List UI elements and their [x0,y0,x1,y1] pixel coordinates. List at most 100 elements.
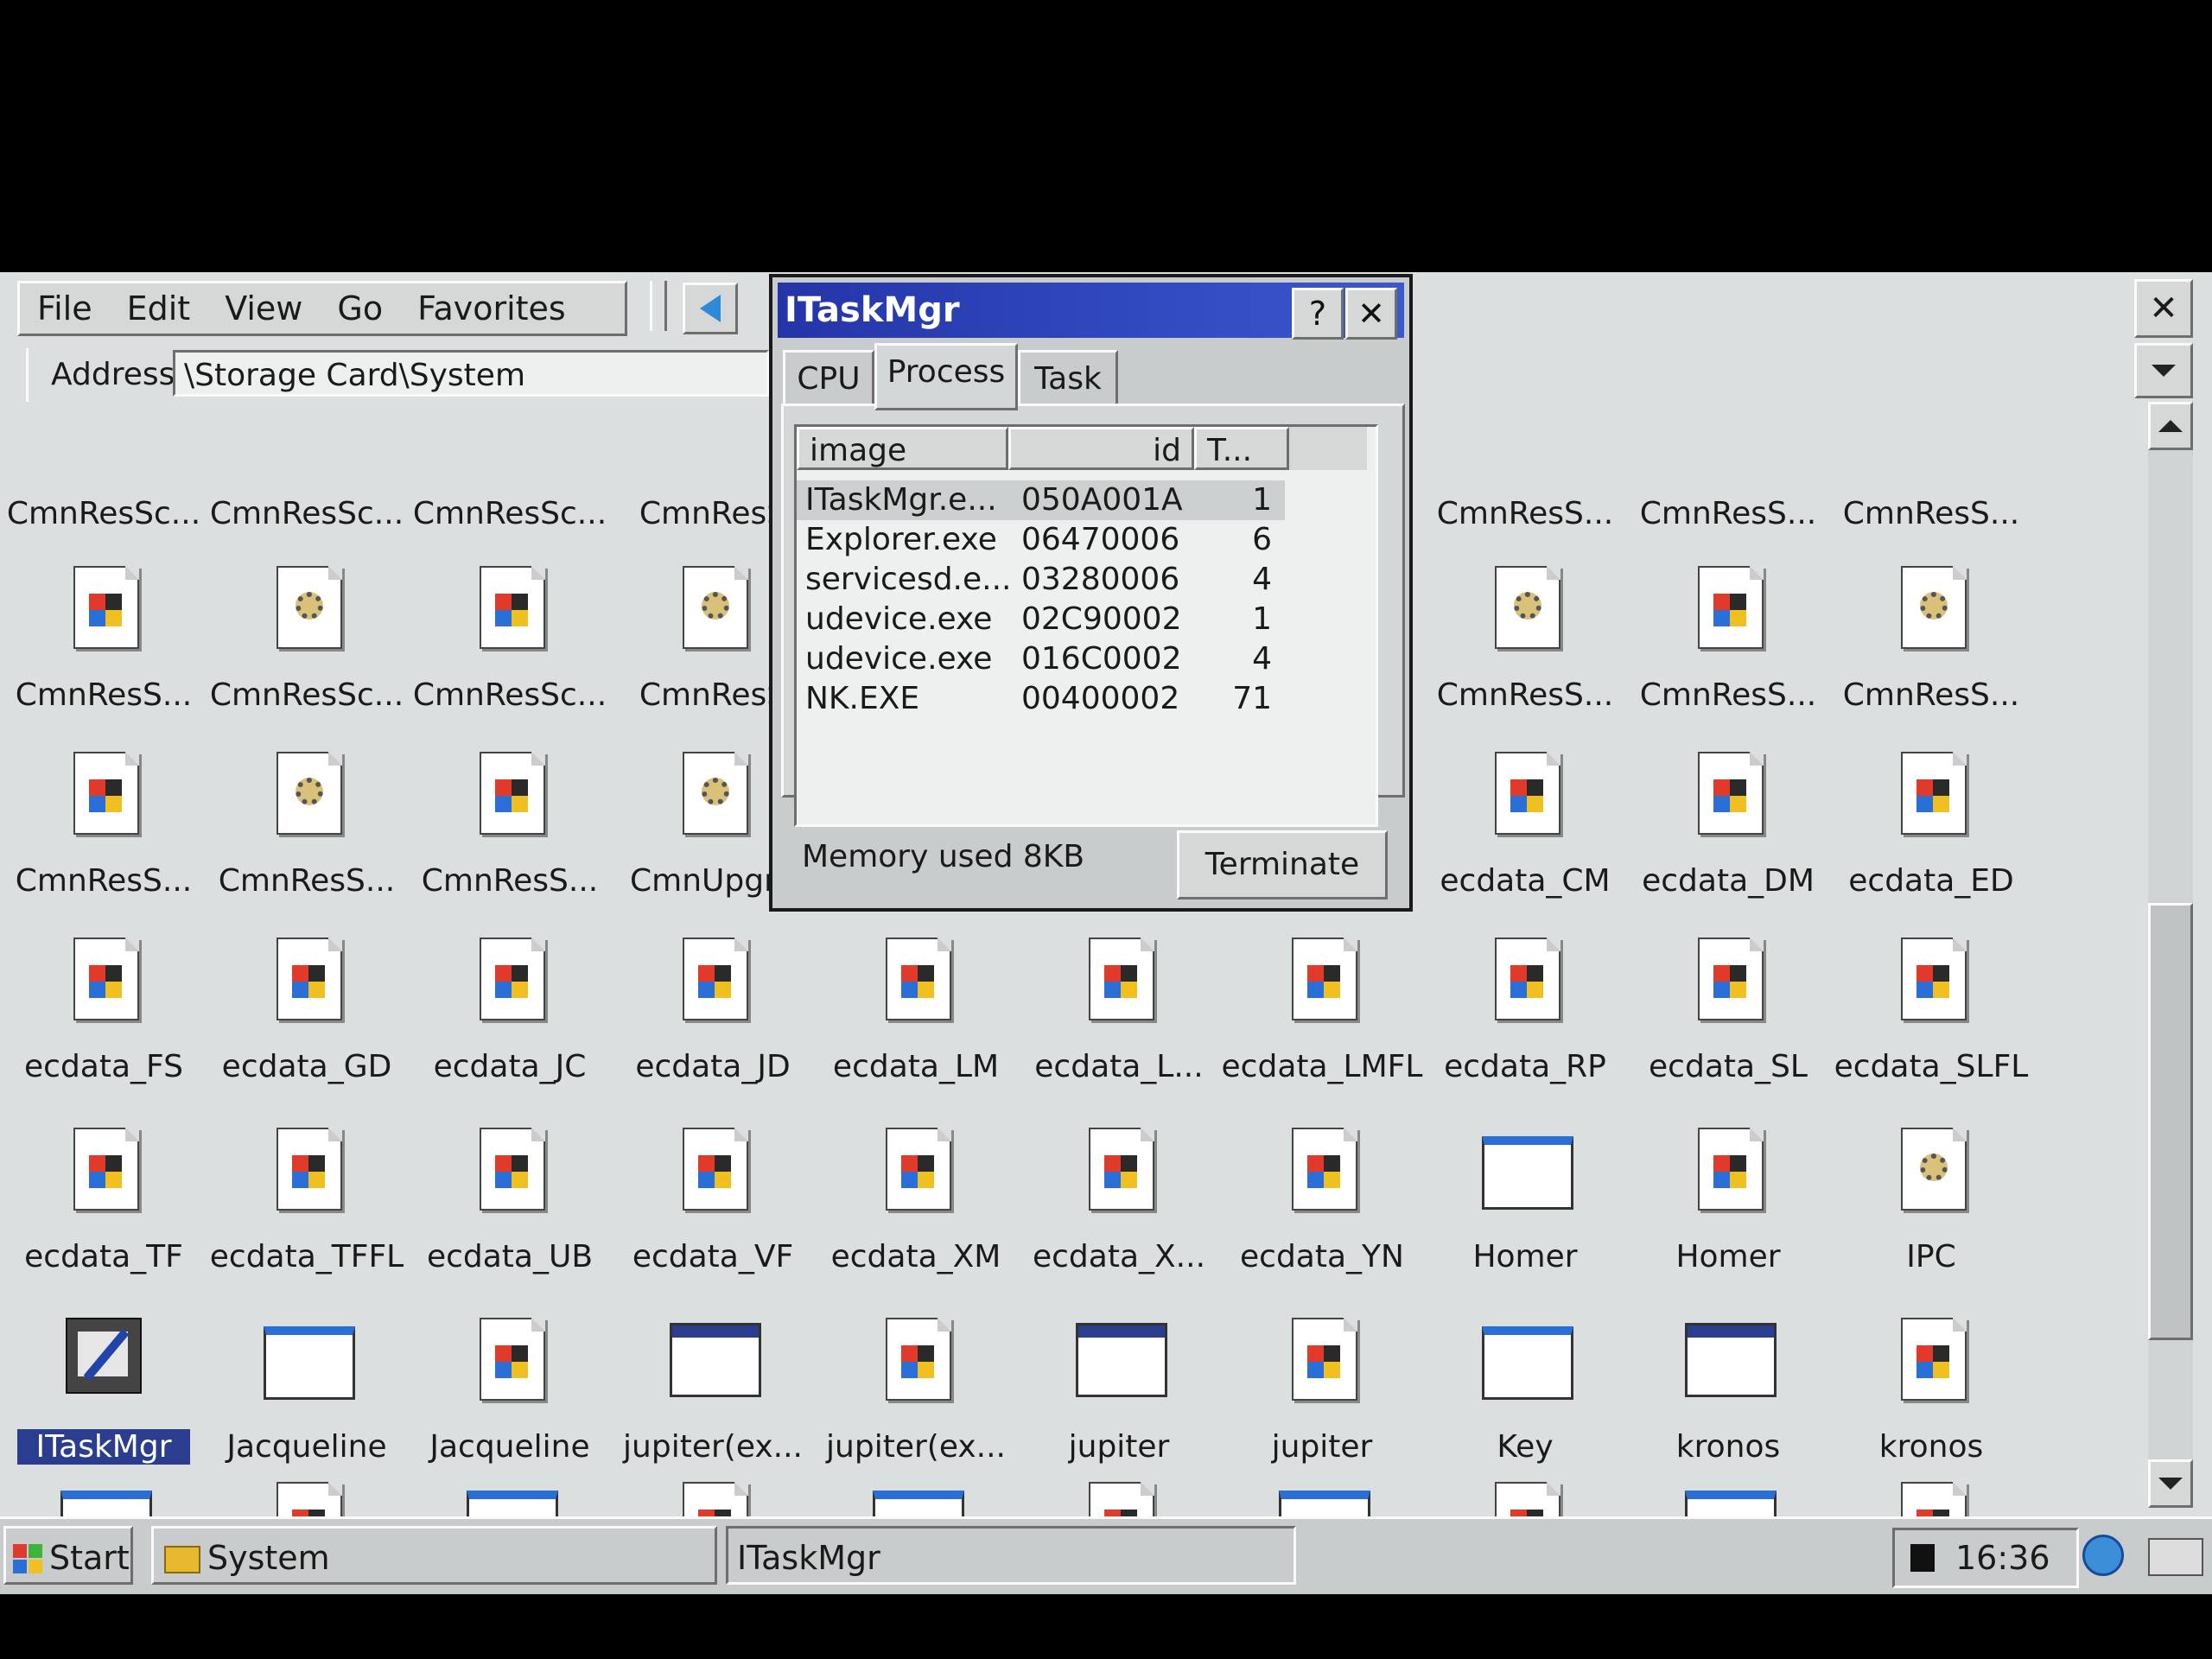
file-item[interactable]: CmnResS... [1633,359,1823,531]
file-item[interactable]: ecdata_TFFL [210,1102,404,1274]
menu-file[interactable]: File [20,289,110,327]
file-item[interactable]: CmnResSc... [413,540,607,713]
file-item[interactable]: ecdata_RP [1430,912,1620,1084]
start-button[interactable]: Start [3,1526,133,1585]
settings-file-icon [1901,566,1967,649]
tab-process[interactable]: Process [874,343,1018,410]
file-item[interactable]: ecdata_XM [821,1102,1011,1274]
file-item[interactable]: CmnResS... [1430,359,1620,531]
file-label: ecdata_TFFL [209,1239,404,1274]
settings-file-icon [276,566,342,649]
file-item[interactable]: ecdata_SL [1633,912,1823,1084]
executable-file-icon [1292,1128,1357,1211]
process-name: servicesd.e... [805,562,1012,597]
file-item[interactable]: Jacqueline [212,1292,402,1465]
file-label: ecdata_XM [830,1239,1001,1274]
tray-status-icon[interactable] [1910,1544,1935,1572]
scroll-thumb[interactable] [2148,903,2193,1340]
file-item[interactable]: ecdata_TF [9,1102,199,1274]
menu-view[interactable]: View [207,289,320,327]
executable-file-icon [886,938,951,1020]
process-row[interactable]: udevice.exe 016C0002 4 [797,639,1367,679]
file-item[interactable]: CmnResSc... [210,540,404,713]
vertical-scrollbar[interactable] [2148,402,2193,1508]
file-item[interactable]: CmnResSc... [210,359,404,531]
column-image-name[interactable]: image name [797,427,1008,512]
executable-file-icon [480,938,545,1020]
file-item[interactable]: CmnResS... [1430,540,1620,713]
column-id[interactable]: id [1008,427,1194,470]
file-item[interactable]: CmnResS... [1836,540,2026,713]
process-row[interactable]: NK.EXE 00400002 71 [797,679,1367,719]
file-item[interactable]: ecdata_VF [618,1102,808,1274]
internet-explorer-icon[interactable] [2082,1535,2124,1576]
terminate-button[interactable]: Terminate [1177,830,1388,899]
file-label: ecdata_JC [433,1049,587,1084]
process-row[interactable]: Explorer.exe 06470006 6 [797,520,1367,560]
dialog-title-bar[interactable]: ITaskMgr ? ✕ [778,283,1404,340]
tab-cpu[interactable]: CPU [783,350,874,409]
file-item[interactable]: ecdata_L... [1024,912,1214,1084]
menu-go[interactable]: Go [320,289,400,327]
taskbar-system-button[interactable]: System [151,1526,717,1585]
file-item[interactable]: Jacqueline [415,1292,605,1465]
file-label: ecdata_LMFL [1221,1049,1423,1084]
file-item[interactable]: ecdata_SLFL [1834,912,2028,1084]
scroll-up-button[interactable] [2148,402,2193,450]
file-item[interactable]: ecdata_JC [415,912,605,1084]
menu-favorites[interactable]: Favorites [400,289,583,327]
file-item[interactable]: CmnResS... [9,726,199,899]
process-row[interactable]: udevice.exe 02C90002 1 [797,600,1367,639]
file-item[interactable]: CmnResS... [415,726,605,899]
toolbar-grip[interactable] [650,281,667,331]
file-item[interactable]: kronos [1836,1292,2026,1465]
file-item[interactable]: ecdata_ED [1836,726,2026,899]
file-item[interactable]: ecdata_JD [618,912,808,1084]
file-item[interactable]: CmnResS... [9,540,199,713]
file-item[interactable]: jupiter [1024,1292,1214,1465]
file-item[interactable]: ecdata_UB [415,1102,605,1274]
file-item[interactable]: ecdata_X... [1024,1102,1214,1274]
file-label: ecdata_RP [1444,1049,1606,1084]
tab-task[interactable]: Task [1018,350,1118,409]
file-item[interactable]: ecdata_FS [9,912,199,1084]
file-item[interactable]: ecdata_DM [1633,726,1823,899]
file-item[interactable]: CmnResSc... [7,359,200,531]
file-item[interactable]: ecdata_YN [1227,1102,1417,1274]
file-item[interactable]: kronos [1633,1292,1823,1465]
file-item[interactable]: ecdata_LM [821,912,1011,1084]
file-item[interactable]: jupiter(ex... [618,1292,808,1465]
system-tray: 16:36 [1892,1528,2079,1588]
file-item[interactable]: Homer [1633,1102,1823,1274]
file-item[interactable]: CmnResS... [1633,540,1823,713]
back-button[interactable] [683,283,738,334]
menu-edit[interactable]: Edit [110,289,208,327]
scroll-down-button[interactable] [2148,1459,2193,1508]
address-dropdown-button[interactable] [2134,343,2193,398]
close-window-button[interactable]: ✕ [2134,279,2193,338]
file-item[interactable]: ITaskMgr [9,1292,199,1465]
process-row[interactable]: servicesd.e... 03280006 4 [797,560,1367,600]
clock[interactable]: 16:36 [1955,1530,2050,1586]
taskbar-itaskmgr-button[interactable]: ITaskMgr [726,1526,1296,1585]
file-item[interactable]: CmnResS... [212,726,402,899]
file-item[interactable]: jupiter(ex... [821,1292,1011,1465]
process-list[interactable]: image name id T... ITaskMgr.e... 050A001A… [794,424,1378,827]
file-item[interactable]: Homer [1430,1102,1620,1274]
file-item[interactable]: jupiter [1227,1292,1417,1465]
help-button[interactable]: ? [1292,288,1344,340]
keyboard-icon[interactable] [2148,1538,2203,1576]
file-item[interactable]: Key [1430,1292,1620,1465]
process-id: 02C90002 [1021,601,1182,637]
file-item[interactable]: ecdata_LMFL [1222,912,1422,1084]
settings-file-icon [683,566,748,649]
file-item[interactable]: ecdata_GD [212,912,402,1084]
file-item[interactable]: ecdata_CM [1430,726,1620,899]
file-label: CmnResSc... [6,496,201,531]
file-item[interactable]: CmnResSc... [413,359,607,531]
file-item[interactable]: IPC [1836,1102,2026,1274]
column-threads[interactable]: T... [1194,427,1289,470]
dialog-close-button[interactable]: ✕ [1345,288,1397,340]
file-item[interactable]: CmnResS... [1836,359,2026,531]
process-row[interactable]: ITaskMgr.e... 050A001A 1 [797,480,1285,520]
